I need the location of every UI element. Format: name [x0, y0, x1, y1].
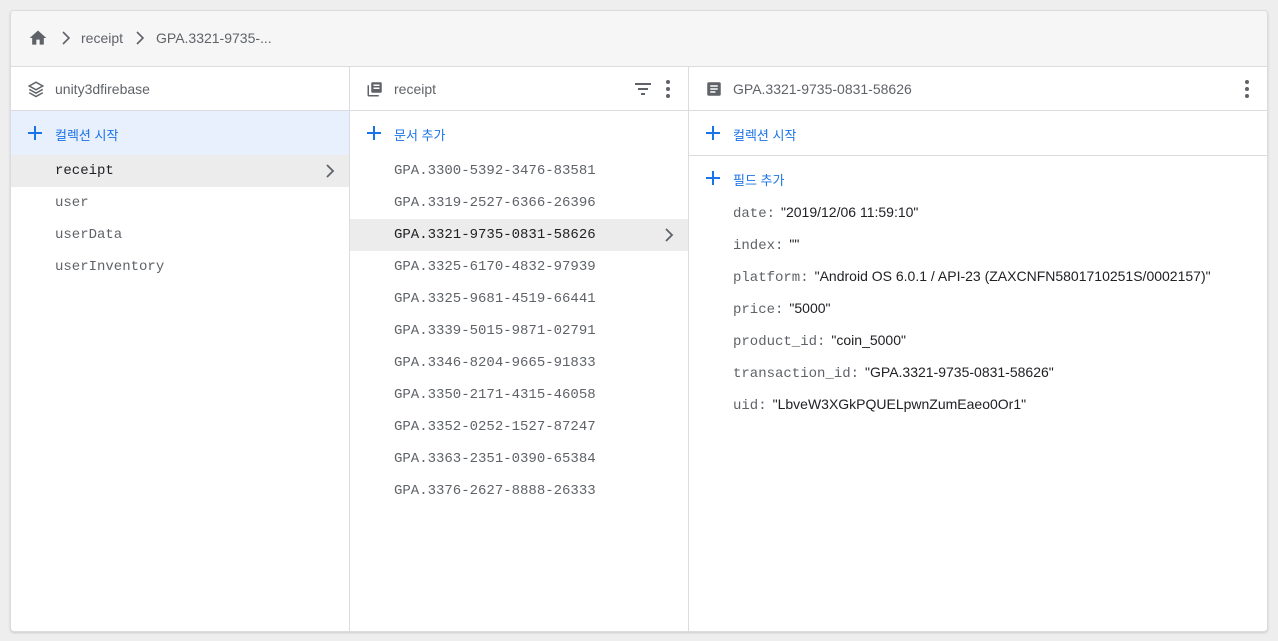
field-key: uid:	[733, 398, 767, 414]
collection-column: receipt 문서 추가 GPA.3300-5392-3476-83581 G…	[350, 67, 689, 631]
document-item[interactable]: GPA.3325-9681-4519-66441	[350, 283, 688, 315]
list-item-label: GPA.3325-9681-4519-66441	[394, 291, 596, 307]
field-row[interactable]: index: ""	[689, 228, 1267, 260]
field-row[interactable]: uid: "LbveW3XGkPQUELpwnZumEaeo0Or1"	[689, 388, 1267, 420]
collection-icon	[367, 82, 382, 97]
document-column: GPA.3321-9735-0831-58626 컬렉션 시작 필드 추가 da…	[689, 67, 1267, 631]
document-item[interactable]: GPA.3350-2171-4315-46058	[350, 379, 688, 411]
field-key: date:	[733, 206, 776, 222]
chevron-right-icon	[136, 31, 145, 45]
field-row[interactable]: product_id: "coin_5000"	[689, 324, 1267, 356]
field-row[interactable]: date: "2019/12/06 11:59:10"	[689, 196, 1267, 228]
document-item[interactable]: GPA.3339-5015-9871-02791	[350, 315, 688, 347]
document-item[interactable]: GPA.3346-8204-9665-91833	[350, 347, 688, 379]
document-item-selected[interactable]: GPA.3321-9735-0831-58626	[350, 219, 688, 251]
project-title: unity3dfirebase	[55, 81, 150, 97]
start-collection-button[interactable]: 컬렉션 시작	[11, 111, 349, 155]
add-document-button[interactable]: 문서 추가	[350, 111, 688, 155]
filter-icon[interactable]	[634, 81, 652, 97]
document-item[interactable]: GPA.3300-5392-3476-83581	[350, 155, 688, 187]
list-item-label: GPA.3339-5015-9871-02791	[394, 323, 596, 339]
start-collection-label: 컬렉션 시작	[55, 128, 119, 143]
field-value: "2019/12/06 11:59:10"	[781, 204, 919, 220]
database-layers-icon	[27, 81, 45, 98]
breadcrumb-item-receipt[interactable]: receipt	[81, 30, 123, 46]
home-icon[interactable]	[27, 28, 49, 48]
document-title: GPA.3321-9735-0831-58626	[733, 81, 912, 97]
document-item[interactable]: GPA.3376-2627-8888-26333	[350, 475, 688, 507]
plus-icon	[28, 126, 42, 140]
document-icon	[707, 82, 721, 96]
collection-title: receipt	[394, 81, 437, 97]
plus-icon	[706, 126, 720, 140]
collection-item-user[interactable]: user	[11, 187, 349, 219]
field-row[interactable]: price: "5000"	[689, 292, 1267, 324]
root-column-header: unity3dfirebase	[11, 67, 349, 111]
collection-item-receipt[interactable]: receipt	[11, 155, 349, 187]
field-key: price:	[733, 302, 784, 318]
document-column-header: GPA.3321-9735-0831-58626	[689, 67, 1267, 111]
list-item-label: GPA.3321-9735-0831-58626	[394, 227, 596, 243]
list-item-label: GPA.3300-5392-3476-83581	[394, 163, 596, 179]
document-item[interactable]: GPA.3319-2527-6366-26396	[350, 187, 688, 219]
list-item-label: userInventory	[55, 259, 165, 275]
field-value: "coin_5000"	[831, 332, 906, 348]
field-value: "GPA.3321-9735-0831-58626"	[865, 364, 1054, 380]
field-key: index:	[733, 238, 784, 254]
list-item-label: GPA.3325-6170-4832-97939	[394, 259, 596, 275]
collection-column-header: receipt	[350, 67, 688, 111]
document-item[interactable]: GPA.3363-2351-0390-65384	[350, 443, 688, 475]
root-column: unity3dfirebase 컬렉션 시작 receipt user user…	[11, 67, 350, 631]
field-key: transaction_id:	[733, 366, 860, 382]
list-item-label: userData	[55, 227, 123, 243]
chevron-right-icon	[62, 31, 71, 45]
breadcrumb-item-document[interactable]: GPA.3321-9735-...	[156, 30, 272, 46]
start-subcollection-label: 컬렉션 시작	[733, 128, 797, 143]
plus-icon	[367, 126, 381, 140]
list-item-label: GPA.3346-8204-9665-91833	[394, 355, 596, 371]
collection-item-userinventory[interactable]: userInventory	[11, 251, 349, 283]
add-field-label: 필드 추가	[733, 173, 785, 188]
list-item-label: GPA.3352-0252-1527-87247	[394, 419, 596, 435]
field-value: "5000"	[789, 300, 831, 316]
list-item-label: GPA.3376-2627-8888-26333	[394, 483, 596, 499]
more-vert-icon[interactable]	[1243, 79, 1251, 99]
start-subcollection-button[interactable]: 컬렉션 시작	[689, 111, 1267, 156]
list-item-label: user	[55, 195, 89, 211]
list-item-label: GPA.3319-2527-6366-26396	[394, 195, 596, 211]
chevron-right-icon	[326, 164, 335, 178]
firestore-panel: receipt GPA.3321-9735-... unity3dfirebas…	[10, 10, 1268, 632]
list-item-label: GPA.3363-2351-0390-65384	[394, 451, 596, 467]
add-document-label: 문서 추가	[394, 128, 446, 143]
plus-icon	[706, 171, 720, 185]
field-key: platform:	[733, 270, 809, 286]
chevron-right-icon	[665, 228, 674, 242]
collection-item-userdata[interactable]: userData	[11, 219, 349, 251]
field-value: ""	[789, 236, 800, 252]
document-item[interactable]: GPA.3352-0252-1527-87247	[350, 411, 688, 443]
add-field-button[interactable]: 필드 추가	[689, 156, 1267, 196]
list-item-label: receipt	[55, 163, 114, 179]
more-vert-icon[interactable]	[664, 79, 672, 99]
breadcrumb: receipt GPA.3321-9735-...	[11, 11, 1267, 67]
field-value: "LbveW3XGkPQUELpwnZumEaeo0Or1"	[772, 396, 1027, 412]
document-item[interactable]: GPA.3325-6170-4832-97939	[350, 251, 688, 283]
field-row[interactable]: platform: "Android OS 6.0.1 / API-23 (ZAX…	[689, 260, 1267, 292]
field-key: product_id:	[733, 334, 826, 350]
field-row[interactable]: transaction_id: "GPA.3321-9735-0831-58626…	[689, 356, 1267, 388]
field-value: "Android OS 6.0.1 / API-23 (ZAXCNFN58017…	[814, 268, 1211, 284]
list-item-label: GPA.3350-2171-4315-46058	[394, 387, 596, 403]
